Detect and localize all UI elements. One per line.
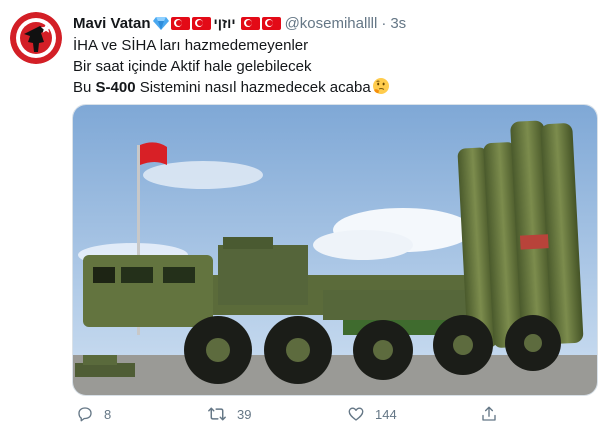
line3-bold: S-400 bbox=[95, 79, 136, 96]
avatar[interactable] bbox=[10, 12, 62, 64]
tweet-text: İHA ve SİHA ları hazmedemeyenler Bir saa… bbox=[73, 35, 390, 98]
turkey-flag-icon bbox=[240, 16, 260, 30]
display-name[interactable]: Mavi Vatan bbox=[73, 15, 151, 32]
tweet-line-3: Bu S-400 Sistemini nasıl hazmedecek acab… bbox=[73, 77, 390, 98]
line3-rest: Sistemini nasıl hazmedecek acaba bbox=[135, 79, 371, 96]
reply-button[interactable]: 8 bbox=[76, 405, 111, 423]
turkey-flag-icon bbox=[261, 16, 281, 30]
like-count: 144 bbox=[375, 406, 397, 422]
share-icon bbox=[482, 406, 496, 421]
tweet-actions: 8 39 144 bbox=[72, 405, 598, 429]
blue-diamond-icon bbox=[152, 17, 169, 30]
line3-prefix: Bu bbox=[73, 79, 96, 96]
thinking-face-icon bbox=[372, 78, 389, 94]
tweet-header: Mavi Vatan יוזןי @kosemihallll · 3s bbox=[73, 13, 406, 33]
tweet-time[interactable]: 3s bbox=[390, 15, 406, 32]
user-handle[interactable]: @kosemihallll bbox=[285, 15, 378, 32]
reply-count: 8 bbox=[104, 406, 112, 422]
tweet-line-1: İHA ve SİHA ları hazmedemeyenler bbox=[73, 37, 309, 54]
reply-icon bbox=[78, 407, 92, 422]
heart-icon bbox=[348, 407, 364, 421]
tweet-line-2: Bir saat içinde Aktif hale gelebilecek bbox=[73, 58, 312, 75]
turkey-flag-icon bbox=[170, 16, 190, 30]
avatar-image bbox=[10, 12, 62, 64]
share-button[interactable] bbox=[480, 405, 498, 423]
retweet-button[interactable]: 39 bbox=[207, 405, 251, 423]
s400-launcher-photo bbox=[73, 105, 597, 395]
turkey-flag-icon bbox=[191, 16, 211, 30]
retweet-count: 39 bbox=[237, 406, 252, 422]
separator-dot: · bbox=[381, 14, 387, 32]
retweet-icon bbox=[208, 407, 226, 421]
like-button[interactable]: 144 bbox=[347, 405, 397, 423]
tweet-media-image[interactable] bbox=[72, 104, 598, 396]
name-suffix-text: יוזןי bbox=[213, 15, 236, 31]
tweet-card[interactable]: Mavi Vatan יוזןי @kosemihallll · 3s İHA … bbox=[0, 0, 614, 440]
